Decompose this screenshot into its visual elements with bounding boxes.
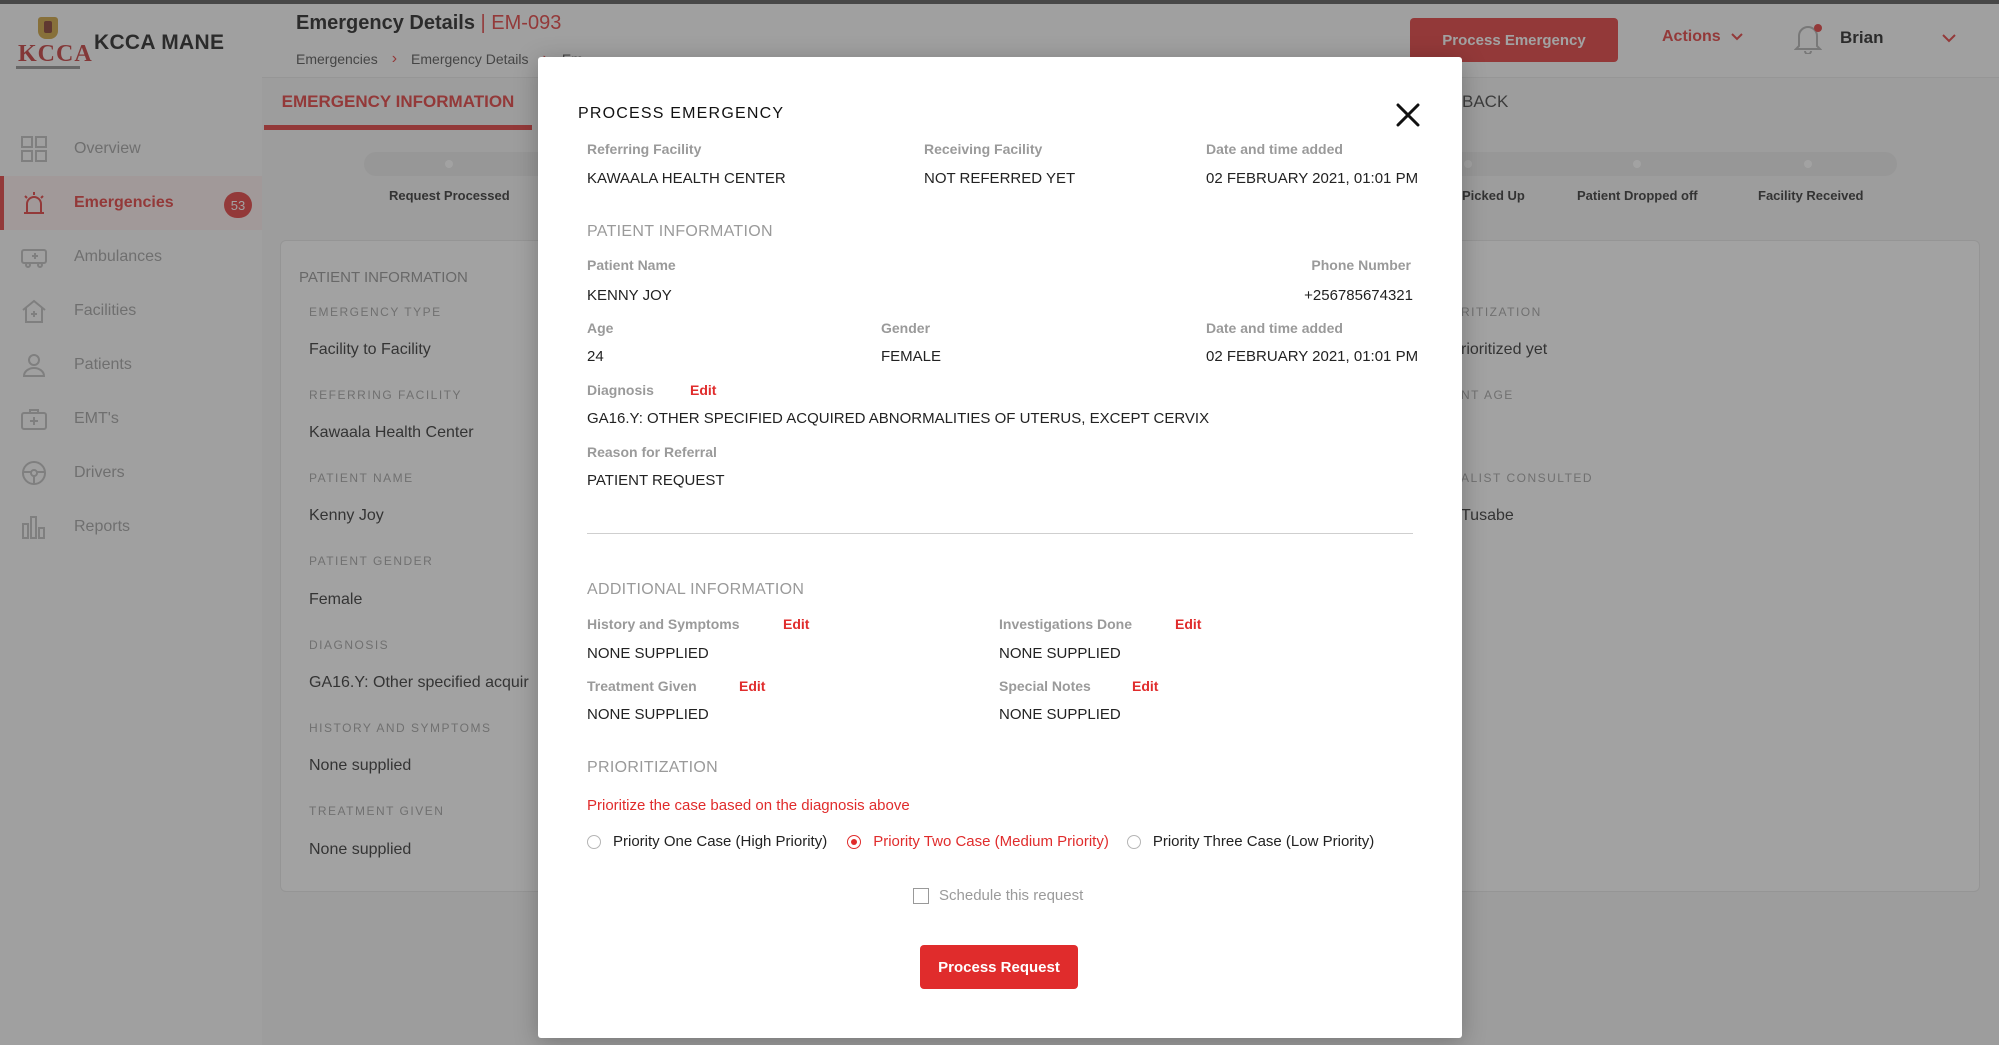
radio-label: Priority Three Case (Low Priority) [1152, 833, 1375, 850]
history-symptoms-value: NONE SUPPLIED [587, 645, 709, 662]
edit-treatment-button[interactable]: Edit [739, 678, 765, 694]
additional-information-heading: ADDITIONAL INFORMATION [587, 581, 805, 598]
age-label: Age [587, 320, 614, 336]
gender-value: FEMALE [881, 348, 942, 365]
receiving-facility-value: NOT REFERRED YET [924, 170, 1076, 187]
process-request-button[interactable]: Process Request [920, 945, 1078, 989]
investigations-done-label: Investigations Done [999, 616, 1133, 632]
gender-label: Gender [881, 320, 931, 336]
prioritization-prompt: Prioritize the case based on the diagnos… [587, 797, 910, 814]
special-notes-label: Special Notes [999, 678, 1091, 694]
phone-number-label: Phone Number [1311, 257, 1411, 273]
section-divider [587, 533, 1413, 534]
priority-three-radio[interactable]: Priority Three Case (Low Priority) [1126, 833, 1375, 850]
diagnosis-value: GA16.Y: OTHER SPECIFIED ACQUIRED ABNORMA… [587, 410, 1210, 427]
referring-facility-value: KAWAALA HEALTH CENTER [587, 170, 786, 187]
date-added-value: 02 FEBRUARY 2021, 01:01 PM [1206, 170, 1419, 187]
radio-circle [587, 834, 601, 849]
edit-investigations-button[interactable]: Edit [1175, 616, 1201, 632]
radio-label: Priority Two Case (Medium Priority) [873, 833, 1109, 850]
prioritization-heading: PRIORITIZATION [587, 759, 719, 776]
investigations-done-value: NONE SUPPLIED [999, 645, 1121, 662]
age-value: 24 [587, 348, 604, 365]
schedule-request-checkbox[interactable]: Schedule this request [913, 887, 1083, 904]
modal-title: PROCESS EMERGENCY [578, 105, 785, 122]
edit-special-notes-button[interactable]: Edit [1132, 678, 1158, 694]
date-added-value: 02 FEBRUARY 2021, 01:01 PM [1206, 348, 1419, 365]
edit-diagnosis-button[interactable]: Edit [690, 382, 716, 398]
receiving-facility-label: Receiving Facility [924, 141, 1043, 157]
phone-number-value: +256785674321 [1304, 287, 1413, 304]
close-icon[interactable] [1392, 99, 1424, 131]
special-notes-value: NONE SUPPLIED [999, 706, 1121, 723]
priority-two-radio[interactable]: Priority Two Case (Medium Priority) [847, 833, 1109, 850]
radio-circle [847, 834, 862, 849]
treatment-given-value: NONE SUPPLIED [587, 706, 709, 723]
priority-one-radio[interactable]: Priority One Case (High Priority) [587, 833, 827, 850]
radio-circle [1126, 834, 1141, 849]
date-added-label: Date and time added [1206, 320, 1343, 336]
history-symptoms-label: History and Symptoms [587, 616, 740, 632]
patient-information-heading: PATIENT INFORMATION [587, 223, 773, 240]
patient-name-value: KENNY JOY [587, 287, 672, 304]
checkbox-box [913, 887, 929, 904]
edit-history-button[interactable]: Edit [783, 616, 809, 632]
reason-for-referral-value: PATIENT REQUEST [587, 472, 725, 489]
priority-radio-group: Priority One Case (High Priority) Priori… [587, 833, 1374, 850]
reason-for-referral-label: Reason for Referral [587, 444, 717, 460]
patient-name-label: Patient Name [587, 257, 676, 273]
referring-facility-label: Referring Facility [587, 141, 702, 157]
date-added-label: Date and time added [1206, 141, 1343, 157]
treatment-given-label: Treatment Given [587, 678, 697, 694]
process-emergency-modal: PROCESS EMERGENCY Referring Facility KAW… [538, 57, 1462, 1038]
diagnosis-label: Diagnosis [587, 382, 654, 398]
radio-label: Priority One Case (High Priority) [613, 833, 828, 850]
checkbox-label: Schedule this request [939, 887, 1084, 904]
